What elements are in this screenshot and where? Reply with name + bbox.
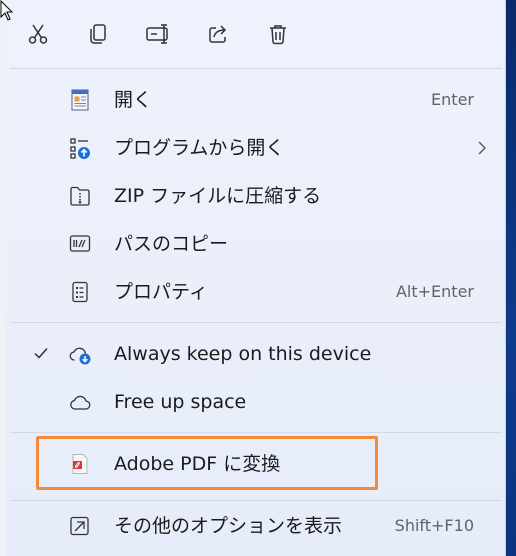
zip-folder-icon (70, 186, 90, 206)
highlight-box (36, 436, 378, 490)
checkmark-icon (34, 348, 48, 359)
menu-item-label: Always keep on this device (114, 343, 372, 365)
share-icon (209, 25, 227, 43)
mouse-cursor-icon (0, 0, 14, 21)
scissors-icon (28, 24, 48, 44)
separator (10, 68, 502, 69)
copy-button[interactable] (82, 18, 114, 50)
shortcut-text: Alt+Enter (395, 282, 474, 301)
context-menu-toolbar (6, 0, 506, 68)
share-button[interactable] (202, 18, 234, 50)
menu-item-label: パスのコピー (114, 233, 229, 255)
shortcut-text: Shift+F10 (394, 516, 474, 535)
more-options-icon (70, 516, 89, 536)
properties-icon (72, 281, 88, 303)
rename-icon (146, 24, 168, 44)
separator (10, 500, 502, 501)
menu-item-label: 開く (114, 89, 153, 111)
open-with-icon (70, 138, 90, 159)
menu-item-label: その他のオプションを表示 (114, 515, 343, 537)
menu-item-always-keep[interactable]: Always keep on this device (10, 332, 502, 376)
menu-item-label: Free up space (114, 391, 247, 413)
menu-item-label: ZIP ファイルに圧縮する (114, 185, 322, 207)
menu-item-properties[interactable]: プロパティ Alt+Enter (10, 270, 502, 314)
trash-icon (270, 25, 286, 45)
delete-button[interactable] (262, 18, 294, 50)
desktop-background-right (506, 0, 516, 556)
cut-button[interactable] (22, 18, 54, 50)
separator (10, 432, 502, 433)
shortcut-text: Enter (431, 90, 474, 109)
rename-button[interactable] (142, 18, 174, 50)
menu-item-show-more-options[interactable]: その他のオプションを表示 Shift+F10 (10, 504, 502, 548)
copy-path-icon (69, 235, 91, 252)
menu-item-copy-path[interactable]: パスのコピー (10, 222, 502, 266)
document-icon (71, 89, 89, 111)
separator (10, 322, 502, 323)
menu-item-label: プログラムから開く (114, 137, 285, 159)
menu-item-label: プロパティ (114, 281, 208, 303)
menu-item-compress-zip[interactable]: ZIP ファイルに圧縮する (10, 174, 502, 218)
menu-item-free-up-space[interactable]: Free up space (10, 380, 502, 424)
cloud-icon (70, 395, 91, 410)
menu-item-open[interactable]: 開く Enter (10, 78, 502, 122)
menu-item-open-with[interactable]: プログラムから開く (10, 126, 502, 170)
copy-icon (90, 24, 106, 44)
chevron-right-icon (478, 141, 486, 155)
cloud-sync-icon (69, 347, 91, 365)
